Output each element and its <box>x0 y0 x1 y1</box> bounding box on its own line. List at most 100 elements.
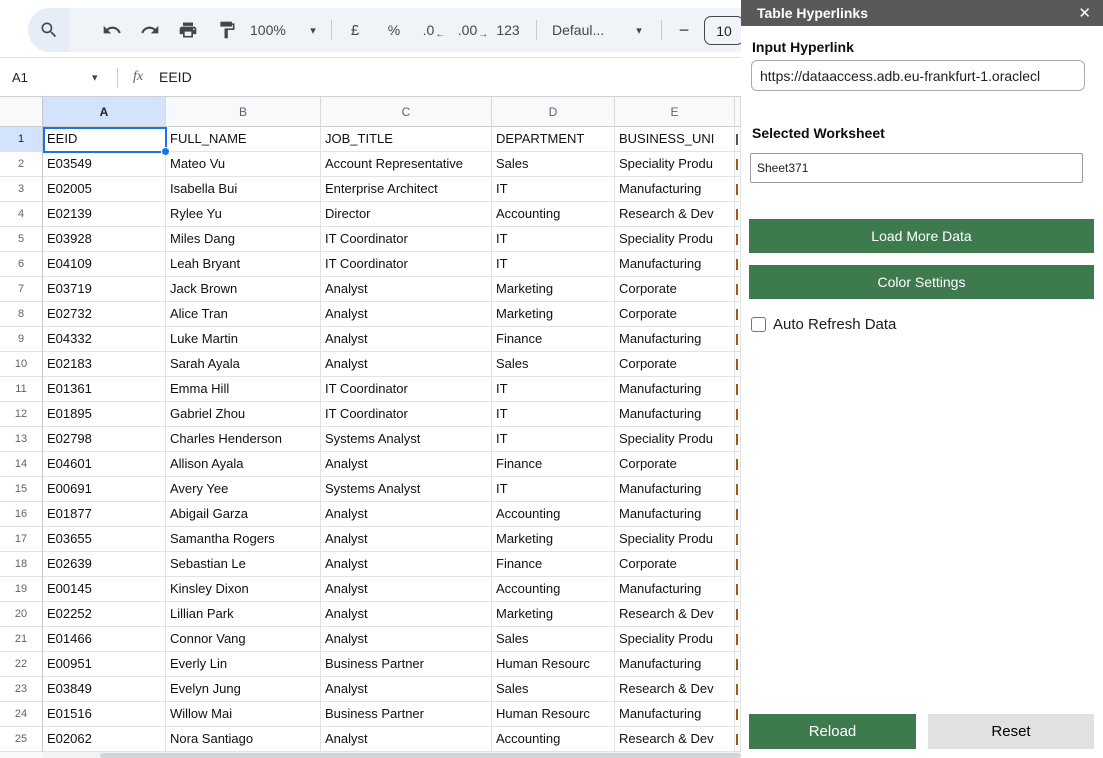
cell-D20[interactable]: Marketing <box>492 602 615 627</box>
cell-B16[interactable]: Abigail Garza <box>166 502 321 527</box>
cell-C20[interactable]: Analyst <box>321 602 492 627</box>
cell-C16[interactable]: Analyst <box>321 502 492 527</box>
row-header-10[interactable]: 10 <box>0 352 43 377</box>
cell-A18[interactable]: E02639 <box>43 552 166 577</box>
cell-A6[interactable]: E04109 <box>43 252 166 277</box>
cell-A14[interactable]: E04601 <box>43 452 166 477</box>
cell-E20[interactable]: Research & Dev <box>615 602 735 627</box>
horizontal-scrollbar-thumb[interactable] <box>100 753 741 758</box>
cell-C4[interactable]: Director <box>321 202 492 227</box>
cell-C11[interactable]: IT Coordinator <box>321 377 492 402</box>
column-header-C[interactable]: C <box>321 97 492 127</box>
hyperlink-input[interactable]: https://dataaccess.adb.eu-frankfurt-1.or… <box>751 60 1085 91</box>
cell-C18[interactable]: Analyst <box>321 552 492 577</box>
cell-E14[interactable]: Corporate <box>615 452 735 477</box>
cell-D18[interactable]: Finance <box>492 552 615 577</box>
redo-button[interactable] <box>138 8 162 52</box>
formula-input[interactable]: EEID <box>159 58 192 96</box>
cell-A1[interactable]: EEID <box>43 127 166 152</box>
cell-A21[interactable]: E01466 <box>43 627 166 652</box>
cell-B9[interactable]: Luke Martin <box>166 327 321 352</box>
cell-A3[interactable]: E02005 <box>43 177 166 202</box>
cell-B14[interactable]: Allison Ayala <box>166 452 321 477</box>
cell-B13[interactable]: Charles Henderson <box>166 427 321 452</box>
cell-D8[interactable]: Marketing <box>492 302 615 327</box>
row-header-12[interactable]: 12 <box>0 402 43 427</box>
cell-E15[interactable]: Manufacturing <box>615 477 735 502</box>
cell-B24[interactable]: Willow Mai <box>166 702 321 727</box>
reload-button[interactable]: Reload <box>749 714 916 749</box>
cell-A2[interactable]: E03549 <box>43 152 166 177</box>
font-select[interactable]: Defaul... <box>552 8 604 52</box>
decrease-decimal-button[interactable]: .0← <box>420 8 448 52</box>
cell-C25[interactable]: Analyst <box>321 727 492 752</box>
row-header-7[interactable]: 7 <box>0 277 43 302</box>
cell-B7[interactable]: Jack Brown <box>166 277 321 302</box>
cell-B6[interactable]: Leah Bryant <box>166 252 321 277</box>
column-header-A[interactable]: A <box>43 97 166 127</box>
cell-A4[interactable]: E02139 <box>43 202 166 227</box>
cell-C13[interactable]: Systems Analyst <box>321 427 492 452</box>
cell-C19[interactable]: Analyst <box>321 577 492 602</box>
cell-E8[interactable]: Corporate <box>615 302 735 327</box>
font-size-input[interactable]: 10 <box>704 16 741 45</box>
cell-E5[interactable]: Speciality Produ <box>615 227 735 252</box>
cell-A16[interactable]: E01877 <box>43 502 166 527</box>
cell-D5[interactable]: IT <box>492 227 615 252</box>
row-header-2[interactable]: 2 <box>0 152 43 177</box>
cell-E13[interactable]: Speciality Produ <box>615 427 735 452</box>
cell-C14[interactable]: Analyst <box>321 452 492 477</box>
row-header-14[interactable]: 14 <box>0 452 43 477</box>
cell-A25[interactable]: E02062 <box>43 727 166 752</box>
row-header-18[interactable]: 18 <box>0 552 43 577</box>
reset-button[interactable]: Reset <box>928 714 1094 749</box>
currency-format-button[interactable]: £ <box>346 8 364 52</box>
cell-A22[interactable]: E00951 <box>43 652 166 677</box>
paint-format-button[interactable] <box>214 8 240 52</box>
cell-E22[interactable]: Manufacturing <box>615 652 735 677</box>
cell-B12[interactable]: Gabriel Zhou <box>166 402 321 427</box>
cell-D9[interactable]: Finance <box>492 327 615 352</box>
cell-C15[interactable]: Systems Analyst <box>321 477 492 502</box>
row-header-20[interactable]: 20 <box>0 602 43 627</box>
select-all-corner[interactable] <box>0 97 43 127</box>
cell-D19[interactable]: Accounting <box>492 577 615 602</box>
cell-D13[interactable]: IT <box>492 427 615 452</box>
auto-refresh-checkbox[interactable] <box>751 317 766 332</box>
row-header-25[interactable]: 25 <box>0 727 43 752</box>
cell-C2[interactable]: Account Representative <box>321 152 492 177</box>
worksheet-input[interactable]: Sheet371 <box>750 153 1083 183</box>
cell-B17[interactable]: Samantha Rogers <box>166 527 321 552</box>
cell-E17[interactable]: Speciality Produ <box>615 527 735 552</box>
row-header-1[interactable]: 1 <box>0 127 43 152</box>
cell-C5[interactable]: IT Coordinator <box>321 227 492 252</box>
cell-C22[interactable]: Business Partner <box>321 652 492 677</box>
cell-E21[interactable]: Speciality Produ <box>615 627 735 652</box>
cell-A7[interactable]: E03719 <box>43 277 166 302</box>
cell-C17[interactable]: Analyst <box>321 527 492 552</box>
row-header-19[interactable]: 19 <box>0 577 43 602</box>
row-header-13[interactable]: 13 <box>0 427 43 452</box>
cell-B1[interactable]: FULL_NAME <box>166 127 321 152</box>
cell-D17[interactable]: Marketing <box>492 527 615 552</box>
cell-B20[interactable]: Lillian Park <box>166 602 321 627</box>
cell-E6[interactable]: Manufacturing <box>615 252 735 277</box>
decrease-font-size-button[interactable]: − <box>674 8 694 52</box>
cell-E9[interactable]: Manufacturing <box>615 327 735 352</box>
cell-E18[interactable]: Corporate <box>615 552 735 577</box>
cell-D3[interactable]: IT <box>492 177 615 202</box>
cell-B15[interactable]: Avery Yee <box>166 477 321 502</box>
row-header-3[interactable]: 3 <box>0 177 43 202</box>
cell-A5[interactable]: E03928 <box>43 227 166 252</box>
row-header-8[interactable]: 8 <box>0 302 43 327</box>
zoom-select[interactable]: 100% <box>250 8 286 52</box>
cell-B2[interactable]: Mateo Vu <box>166 152 321 177</box>
cell-D7[interactable]: Marketing <box>492 277 615 302</box>
cell-B11[interactable]: Emma Hill <box>166 377 321 402</box>
cell-D2[interactable]: Sales <box>492 152 615 177</box>
cell-D4[interactable]: Accounting <box>492 202 615 227</box>
column-header-E[interactable]: E <box>615 97 735 127</box>
row-header-9[interactable]: 9 <box>0 327 43 352</box>
row-header-6[interactable]: 6 <box>0 252 43 277</box>
cell-A10[interactable]: E02183 <box>43 352 166 377</box>
